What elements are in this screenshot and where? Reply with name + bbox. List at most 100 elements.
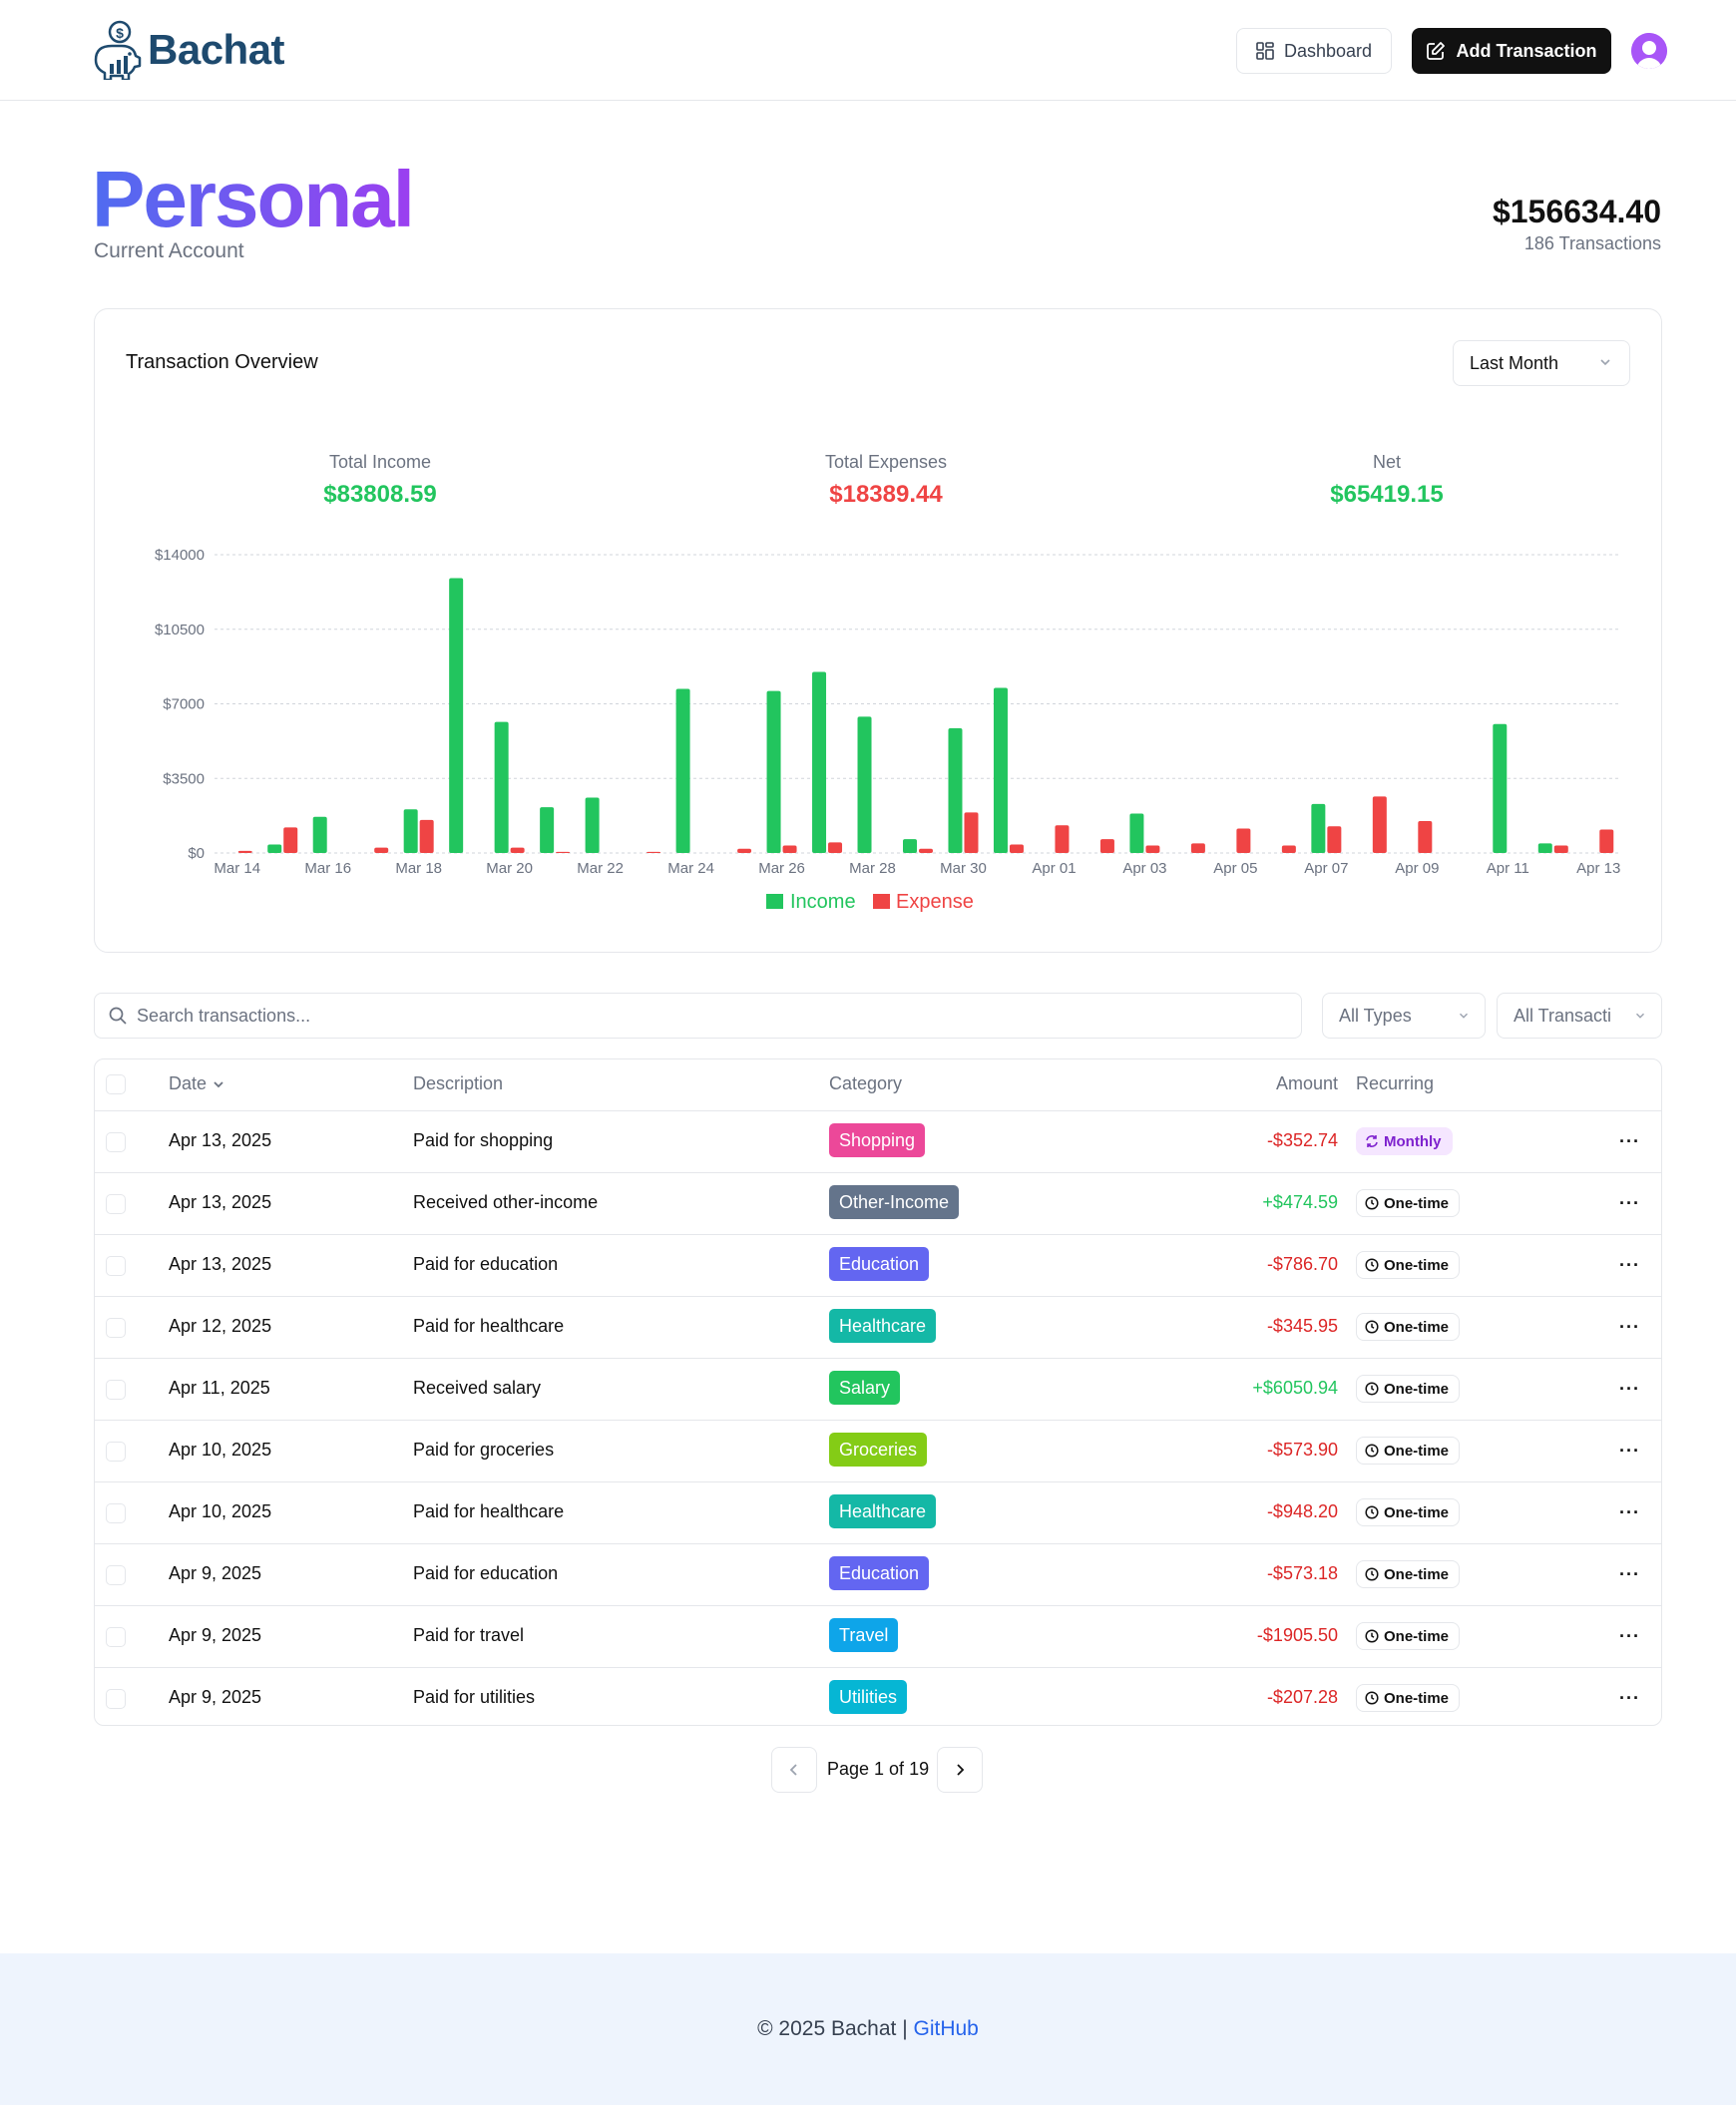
account-balance: $156634.40 [1492,194,1661,229]
row-description: Received salary [413,1378,542,1398]
row-date: Apr 10, 2025 [169,1501,272,1521]
search-input[interactable] [137,1005,1234,1027]
dashboard-button[interactable]: Dashboard [1236,28,1392,74]
x-tick-label: Mar 18 [395,860,442,877]
table-row[interactable]: Apr 9, 2025 Paid for travel Travel -$1905.5… [95,1606,1661,1668]
row-checkbox[interactable] [106,1318,126,1338]
expense-bar [510,847,525,853]
x-tick-label: Mar 20 [486,860,533,877]
expense-bar [1281,845,1296,853]
footer: © 2025 Bachat | GitHub [0,1953,1736,2105]
row-description: Paid for shopping [413,1130,554,1150]
row-date: Apr 9, 2025 [169,1687,262,1707]
type-filter-select[interactable]: All Types [1322,993,1486,1039]
user-icon [1631,33,1667,69]
svg-text:$: $ [116,25,124,41]
table-row[interactable]: Apr 13, 2025 Paid for shopping Shopping -$3… [95,1111,1661,1173]
more-actions-button[interactable]: ··· [1619,1626,1645,1646]
row-checkbox[interactable] [106,1132,126,1152]
table-row[interactable]: Apr 13, 2025 Received other-income Other-I… [95,1173,1661,1235]
table-row[interactable]: Apr 10, 2025 Paid for groceries Groceries -… [95,1421,1661,1482]
row-checkbox[interactable] [106,1256,126,1276]
expense-bar [1009,844,1024,853]
column-date-label: Date [169,1073,208,1093]
expense-bar [419,819,434,853]
recurring-badge: One-time [1356,1313,1461,1341]
x-tick-label: Mar 22 [577,860,624,877]
category-badge: Utilities [829,1680,908,1714]
recurring-badge: One-time [1356,1560,1461,1588]
row-description: Paid for groceries [413,1440,555,1460]
repeat-icon [1366,1135,1378,1147]
table-row[interactable]: Apr 13, 2025 Paid for education Education -… [95,1235,1661,1297]
expense-bar [828,842,843,853]
brand-logo[interactable]: $ Bachat [90,20,285,80]
row-checkbox[interactable] [106,1380,126,1400]
category-badge: Shopping [829,1123,926,1157]
search-box[interactable] [94,993,1302,1039]
legend-income-swatch [766,894,783,909]
category-badge: Salary [829,1371,901,1405]
row-checkbox[interactable] [106,1689,126,1709]
expense-bar [1327,826,1342,853]
previous-page-button[interactable] [771,1747,817,1793]
more-actions-button[interactable]: ··· [1619,1193,1645,1213]
select-all-checkbox[interactable] [106,1074,126,1094]
table-row[interactable]: Apr 11, 2025 Received salary Salary +$6050.… [95,1359,1661,1421]
table-row[interactable]: Apr 9, 2025 Paid for education Education -$… [95,1544,1661,1606]
recurring-filter-select[interactable]: All Transacti [1497,993,1662,1039]
recurring-badge: One-time [1356,1375,1461,1403]
table-header: Date Description Category Amount Recurri… [95,1059,1661,1111]
expense-bar [737,848,752,853]
recurring-label: One-time [1384,1627,1450,1645]
more-actions-button[interactable]: ··· [1619,1564,1645,1584]
github-link[interactable]: GitHub [914,2017,979,2040]
chevron-down-icon [214,1080,223,1087]
y-tick-label: $3500 [163,770,205,787]
user-avatar[interactable] [1631,33,1667,69]
column-date[interactable]: Date [169,1073,226,1094]
more-actions-button[interactable]: ··· [1619,1379,1645,1399]
row-date: Apr 12, 2025 [169,1316,272,1336]
row-checkbox[interactable] [106,1194,126,1214]
table-row[interactable]: Apr 10, 2025 Paid for healthcare Healthcar… [95,1482,1661,1544]
y-tick-label: $0 [188,845,205,862]
recurring-label: One-time [1384,1318,1450,1336]
dashboard-label: Dashboard [1283,40,1373,61]
recurring-badge: One-time [1356,1622,1461,1650]
recurring-label: One-time [1384,1442,1450,1460]
recurring-badge: One-time [1356,1498,1461,1526]
category-badge: Healthcare [829,1494,937,1528]
row-amount: -$1905.50 [1256,1625,1338,1645]
x-tick-label: Apr 07 [1304,860,1348,877]
income-bar [948,728,963,853]
expense-bar [1553,845,1568,853]
expense-bar [1418,820,1433,853]
more-actions-button[interactable]: ··· [1619,1317,1645,1337]
chevron-left-icon [789,1764,797,1776]
add-transaction-button[interactable]: Add Transaction [1412,28,1611,74]
row-checkbox[interactable] [106,1565,126,1585]
more-actions-button[interactable]: ··· [1619,1131,1645,1151]
more-actions-button[interactable]: ··· [1619,1502,1645,1522]
row-checkbox[interactable] [106,1503,126,1523]
next-page-button[interactable] [937,1747,983,1793]
row-date: Apr 13, 2025 [169,1130,272,1150]
row-amount: -$948.20 [1266,1501,1338,1521]
table-row[interactable]: Apr 12, 2025 Paid for healthcare Healthcar… [95,1297,1661,1359]
row-checkbox[interactable] [106,1442,126,1462]
category-badge: Education [829,1247,930,1281]
more-actions-button[interactable]: ··· [1619,1688,1645,1708]
clock-icon [1365,1382,1379,1396]
more-actions-button[interactable]: ··· [1619,1441,1645,1461]
row-amount: -$207.28 [1266,1687,1338,1707]
table-row[interactable]: Apr 9, 2025 Paid for utilities Utilities -$… [95,1668,1661,1725]
expense-bar [919,848,933,853]
row-checkbox[interactable] [106,1627,126,1647]
clock-icon [1365,1320,1379,1334]
income-bar [585,797,600,853]
income-bar [1129,813,1144,853]
top-navbar: $ Bachat Dashboard Add Transaction [0,0,1736,101]
category-badge: Travel [829,1618,899,1652]
more-actions-button[interactable]: ··· [1619,1255,1645,1275]
